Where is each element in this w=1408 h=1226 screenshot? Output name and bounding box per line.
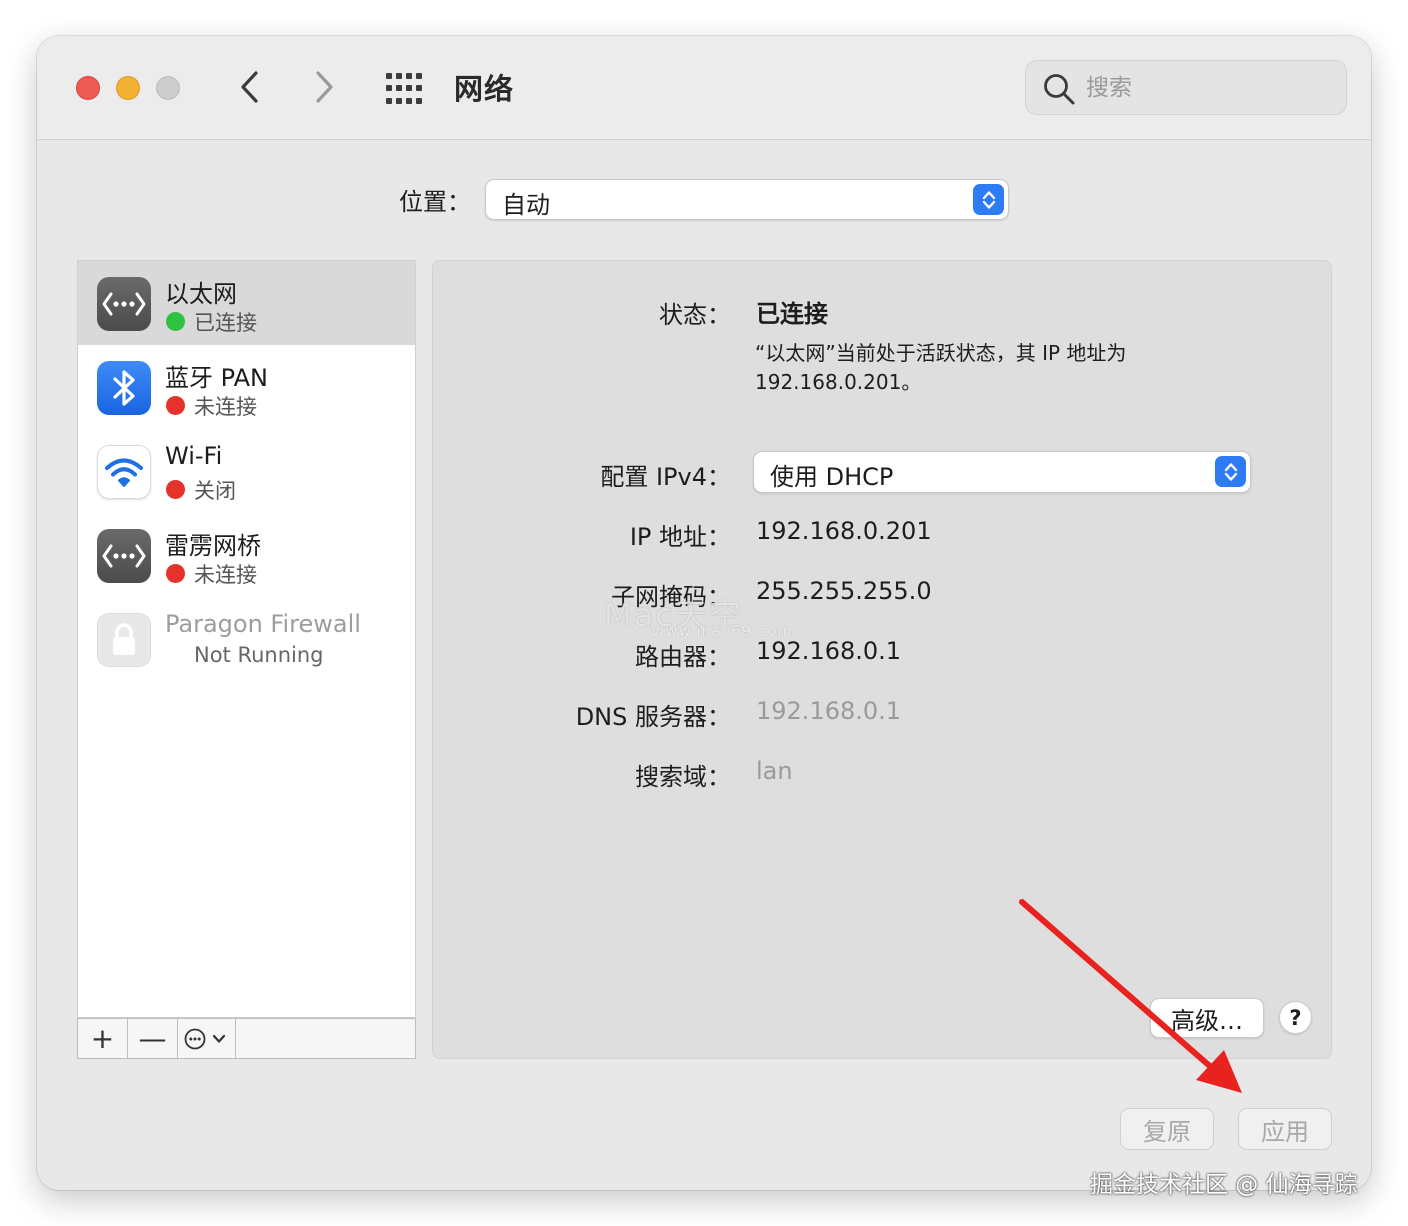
status-dot-disconnected xyxy=(166,564,185,583)
wifi-icon xyxy=(97,445,151,499)
service-item-thunderbolt-bridge[interactable]: 雷雳网桥 未连接 xyxy=(78,513,415,597)
remove-service-button[interactable]: — xyxy=(128,1019,178,1058)
dns-server-value: 192.168.0.1 xyxy=(756,697,902,725)
ip-address-value: 192.168.0.201 xyxy=(756,517,932,545)
subnet-mask-value: 255.255.255.0 xyxy=(756,577,932,605)
configure-ipv4-label: 配置 IPv4： xyxy=(600,463,731,491)
minimize-window-button[interactable] xyxy=(116,76,140,100)
configure-ipv4-value: 使用 DHCP xyxy=(770,463,894,491)
search-icon xyxy=(1044,74,1075,105)
up-down-chevron-icon xyxy=(1215,456,1246,487)
search-domain-value: lan xyxy=(756,757,793,785)
service-list-toolbar: + — xyxy=(77,1018,416,1059)
service-item-paragon-firewall[interactable]: Paragon Firewall Not Running xyxy=(78,597,415,681)
ip-address-label: IP 地址： xyxy=(629,523,731,551)
window-title: 网络 xyxy=(454,72,515,106)
service-name: 蓝牙 PAN xyxy=(165,364,268,392)
lock-icon xyxy=(97,613,151,667)
service-item-bluetooth-pan[interactable]: 蓝牙 PAN 未连接 xyxy=(78,345,415,429)
ethernet-icon xyxy=(97,277,151,331)
router-value: 192.168.0.1 xyxy=(756,637,902,665)
show-all-grid-icon[interactable] xyxy=(386,72,426,106)
action-menu-button[interactable] xyxy=(178,1019,236,1058)
apply-button[interactable]: 应用 xyxy=(1238,1108,1332,1150)
back-button[interactable] xyxy=(230,66,270,108)
status-dot-off xyxy=(166,480,185,499)
search-domain-label: 搜索域： xyxy=(635,763,731,791)
up-down-chevron-icon xyxy=(973,184,1004,215)
thunderbolt-bridge-icon xyxy=(97,529,151,583)
zoom-window-button[interactable] xyxy=(156,76,180,100)
status-dot-connected xyxy=(166,312,185,331)
title-bar: 网络 xyxy=(37,36,1371,140)
chevron-right-icon xyxy=(316,71,333,103)
location-select[interactable]: 自动 xyxy=(485,179,1009,220)
service-item-wifi[interactable]: Wi-Fi 关闭 xyxy=(78,429,415,513)
service-status: Not Running xyxy=(194,643,324,667)
configure-ipv4-select[interactable]: 使用 DHCP xyxy=(753,451,1251,493)
advanced-button[interactable]: 高级… xyxy=(1150,998,1264,1038)
service-status: 未连接 xyxy=(194,395,257,419)
router-label: 路由器： xyxy=(635,643,731,671)
service-status: 已连接 xyxy=(194,311,257,335)
help-button[interactable]: ? xyxy=(1279,1001,1312,1034)
status-label: 状态： xyxy=(659,301,731,329)
service-status: 关闭 xyxy=(194,479,236,503)
service-list: 以太网 已连接 蓝牙 PAN 未连接 Wi-Fi 关闭 雷雳网桥 未连接 Par… xyxy=(77,260,416,1018)
status-value: 已连接 xyxy=(756,300,828,328)
revert-button[interactable]: 复原 xyxy=(1120,1108,1214,1150)
watermark-url: www.mac69.com xyxy=(652,622,794,640)
service-name: 以太网 xyxy=(165,280,237,308)
search-field[interactable] xyxy=(1025,60,1347,115)
status-description: “以太网”当前处于活跃状态，其 IP 地址为 192.168.0.201。 xyxy=(755,341,1127,394)
service-item-ethernet[interactable]: 以太网 已连接 xyxy=(78,261,415,345)
chevron-left-icon xyxy=(241,71,258,103)
bluetooth-icon xyxy=(97,361,151,415)
service-name: Wi-Fi xyxy=(165,442,223,470)
dns-server-label: DNS 服务器： xyxy=(575,703,731,731)
service-name: 雷雳网桥 xyxy=(165,532,261,560)
search-input[interactable] xyxy=(1086,71,1326,105)
service-status: 未连接 xyxy=(194,563,257,587)
add-service-button[interactable]: + xyxy=(78,1019,128,1058)
status-dot-disconnected xyxy=(166,396,185,415)
service-name: Paragon Firewall xyxy=(165,610,361,638)
location-label: 位置： xyxy=(399,188,471,216)
location-value: 自动 xyxy=(502,191,550,219)
close-window-button[interactable] xyxy=(76,76,100,100)
credit-watermark: 掘金技术社区 @ 仙海寻踪 xyxy=(1090,1172,1358,1198)
service-detail-panel: 状态： 已连接 “以太网”当前处于活跃状态，其 IP 地址为 192.168.0… xyxy=(432,260,1332,1059)
ellipsis-circle-chevron-down-icon xyxy=(184,1028,225,1049)
forward-button[interactable] xyxy=(304,66,344,108)
